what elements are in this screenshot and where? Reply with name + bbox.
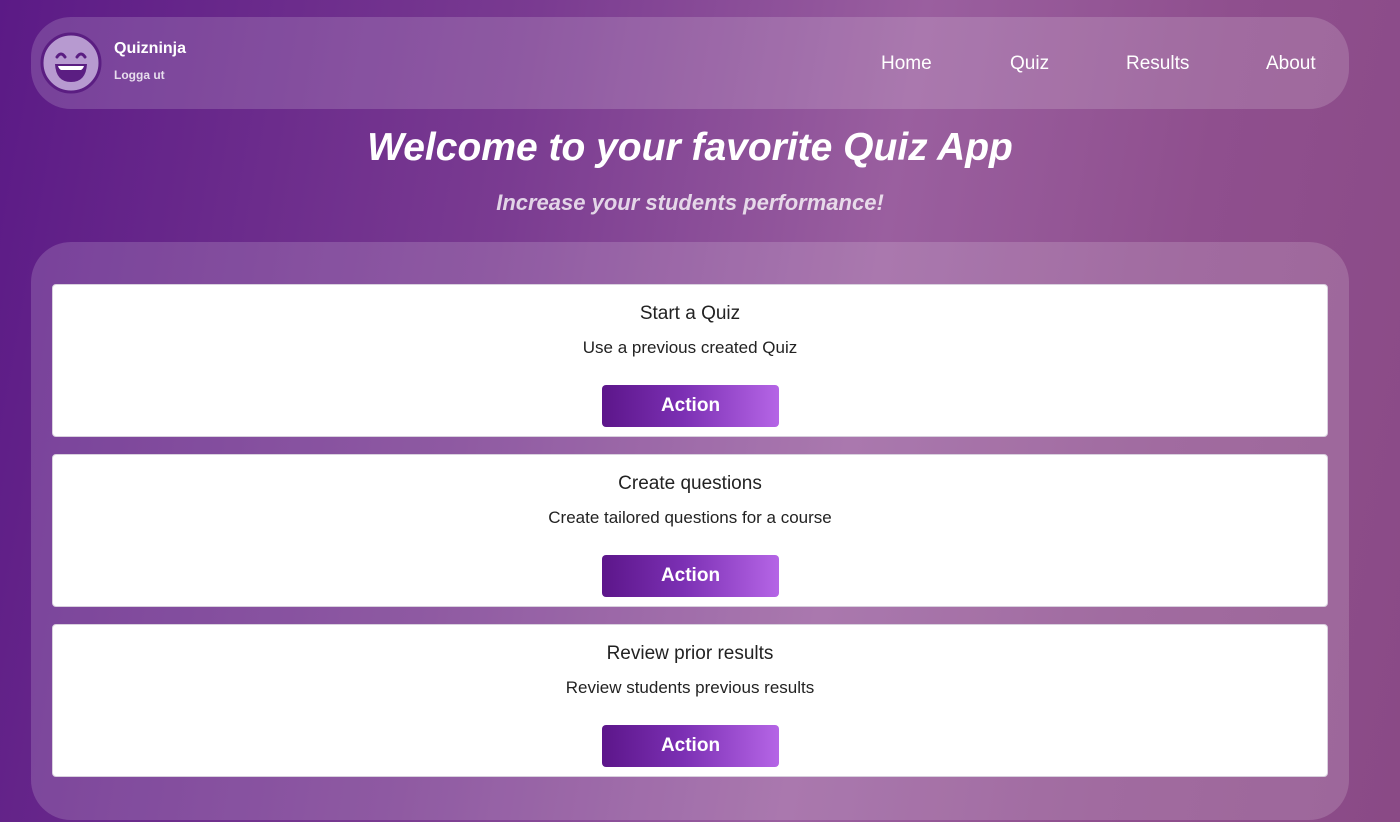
card-description: Use a previous created Quiz (582, 338, 798, 357)
card-title: Start a Quiz (639, 303, 741, 324)
start-quiz-action-button[interactable]: Action (602, 385, 779, 427)
create-questions-action-button[interactable]: Action (602, 555, 779, 597)
navbar: Quizninja Logga ut Home Quiz Results Abo… (31, 17, 1349, 109)
laughing-face-icon[interactable] (40, 32, 102, 94)
review-results-card: Review prior results Review students pre… (52, 624, 1328, 777)
page-subtitle: Increase your students performance! (496, 190, 884, 215)
nav-results-link[interactable]: Results (1126, 53, 1189, 75)
page-title: Welcome to your favorite Quiz App (367, 126, 1013, 169)
review-results-action-button[interactable]: Action (602, 725, 779, 767)
nav-about-link[interactable]: About (1266, 53, 1316, 75)
create-questions-card: Create questions Create tailored questio… (52, 454, 1328, 607)
card-description: Review students previous results (565, 678, 815, 697)
card-title: Review prior results (606, 643, 774, 664)
card-title: Create questions (618, 473, 762, 494)
card-description: Create tailored questions for a course (548, 508, 832, 527)
nav-quiz-link[interactable]: Quiz (1010, 53, 1049, 75)
nav-home-link[interactable]: Home (881, 53, 932, 75)
start-quiz-card: Start a Quiz Use a previous created Quiz… (52, 284, 1328, 437)
logout-link[interactable]: Logga ut (114, 68, 165, 82)
brand-name: Quizninja (114, 40, 186, 57)
